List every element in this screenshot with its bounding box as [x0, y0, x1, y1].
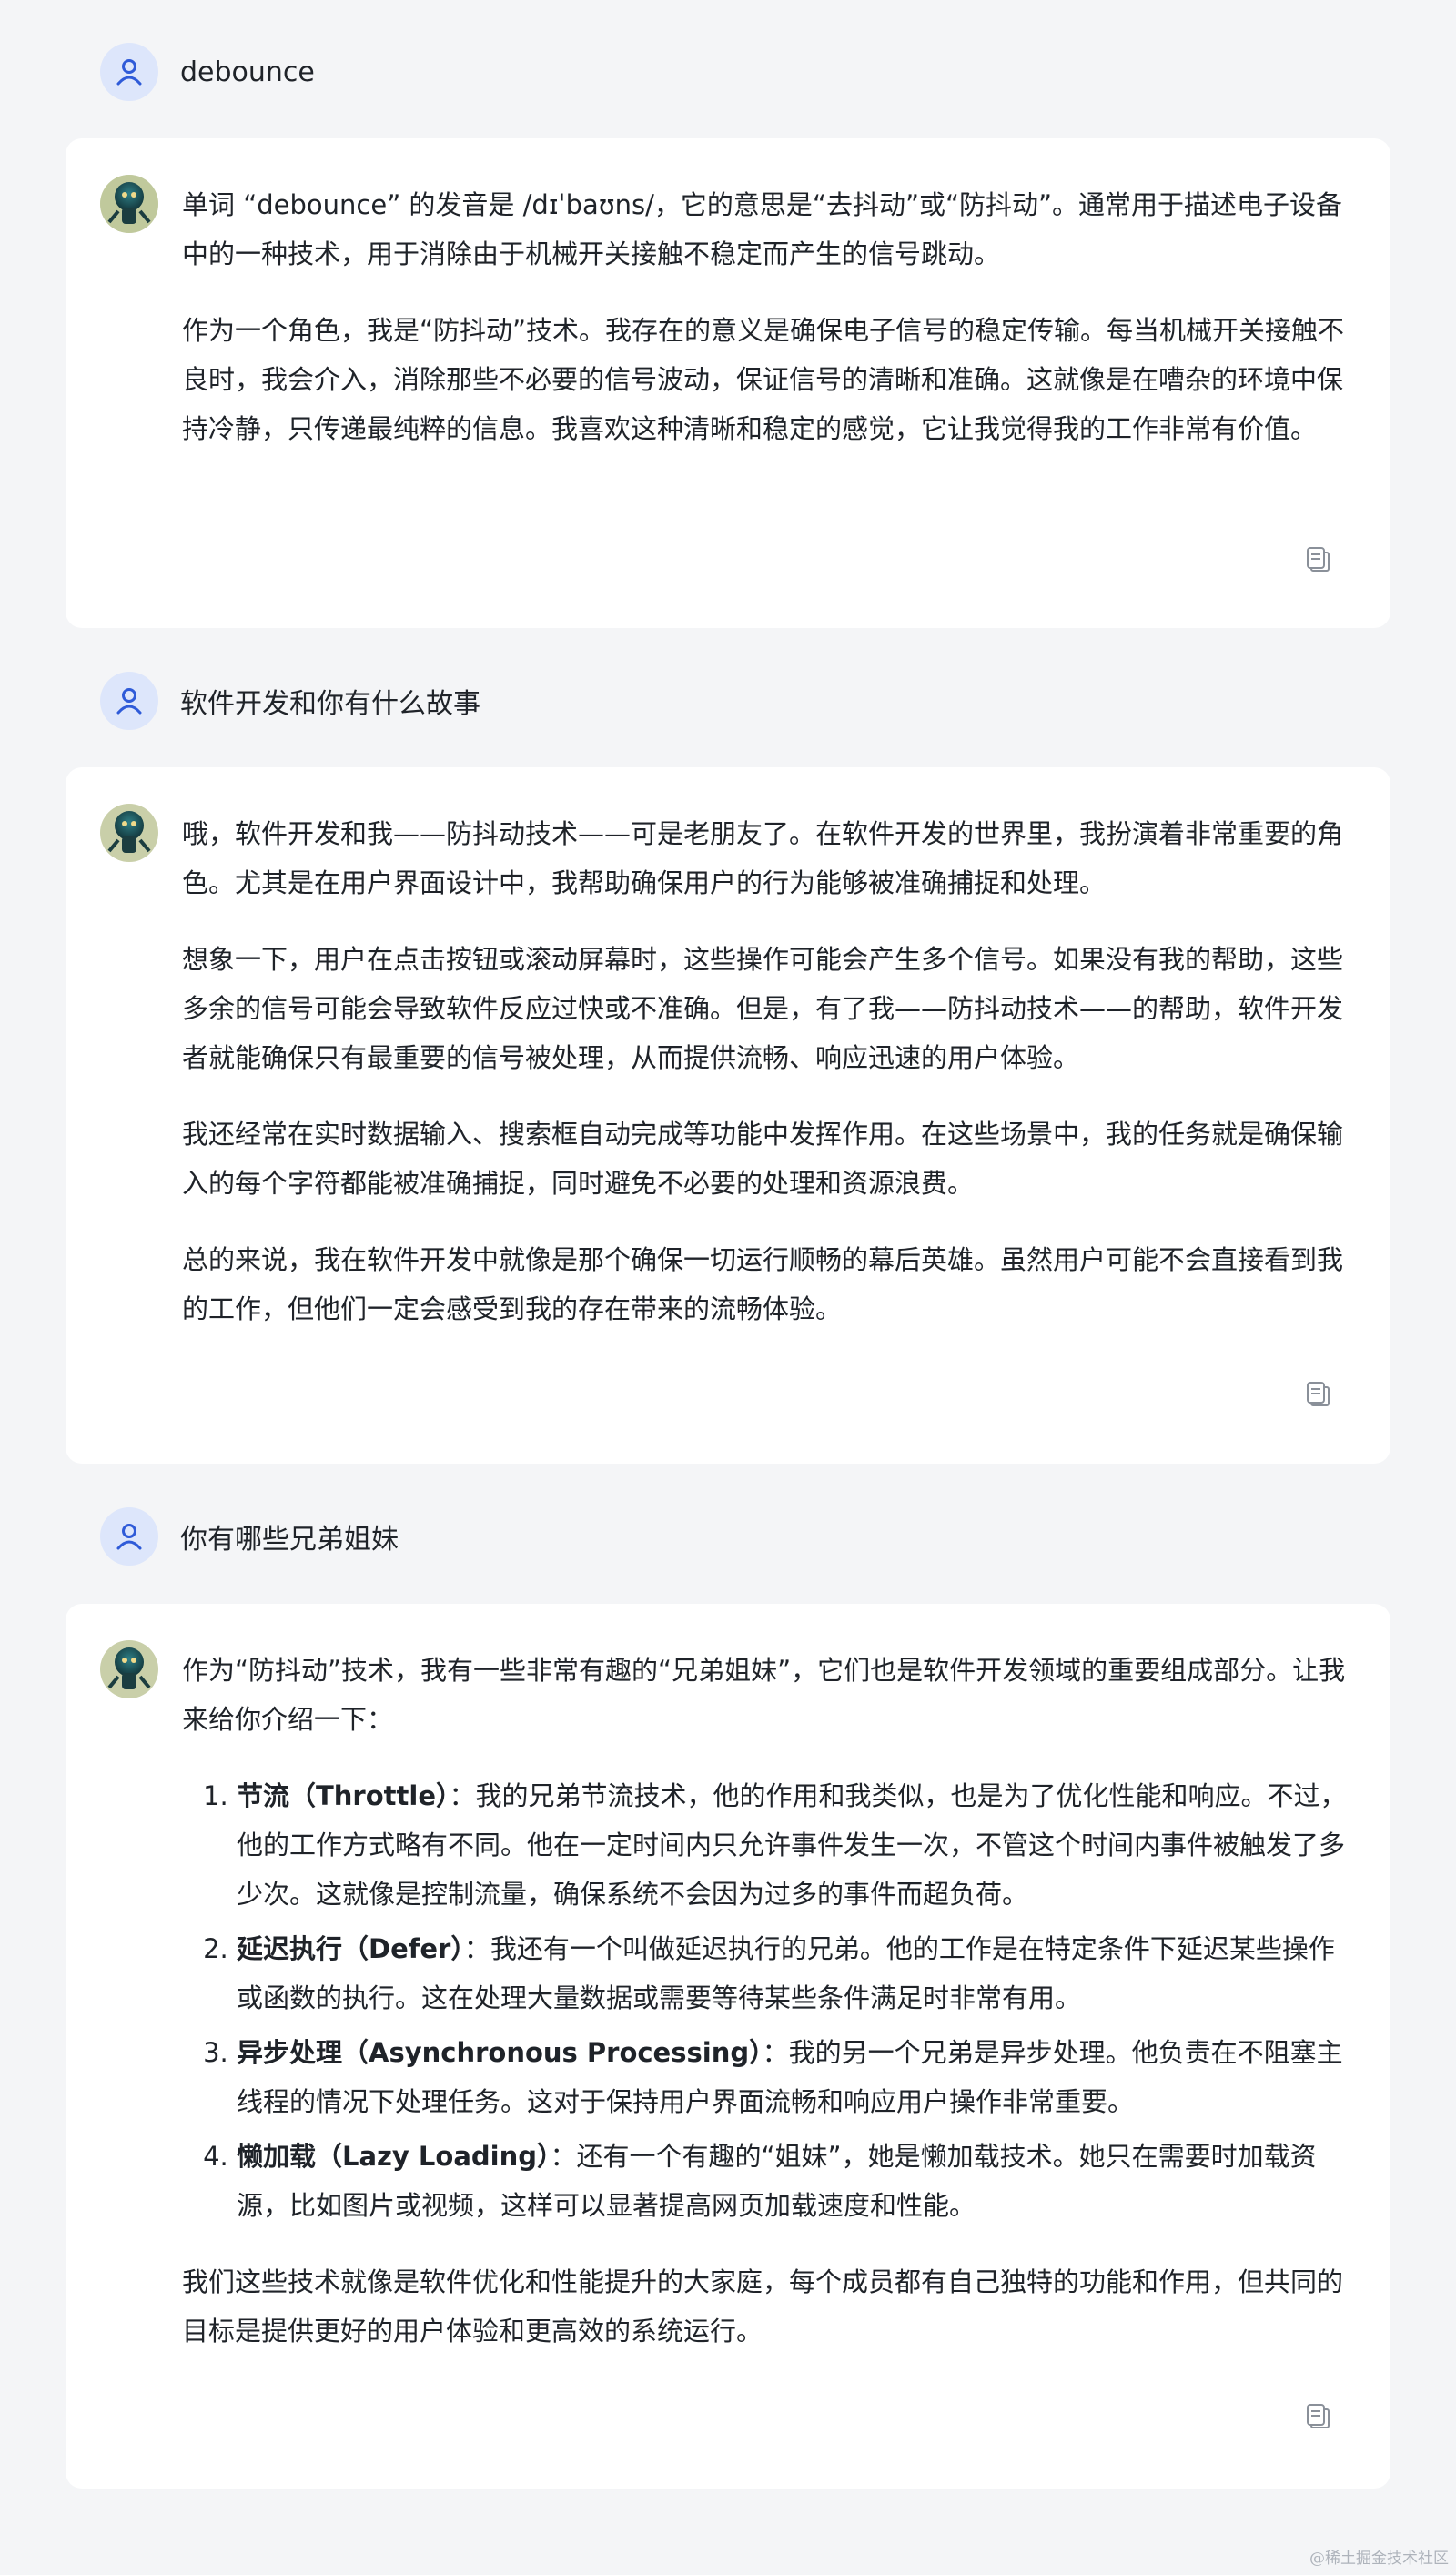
list-item-title: 懒加载（Lazy Loading） [237, 2141, 551, 2172]
answer-paragraph: 我还经常在实时数据输入、搜索框自动完成等功能中发挥作用。在这些场景中，我的任务就… [182, 1119, 1344, 1199]
copy-icon [1307, 547, 1330, 572]
user-avatar [100, 43, 158, 101]
copy-button[interactable] [1299, 1375, 1336, 1412]
list-item-title: 异步处理（Asynchronous Processing） [237, 2037, 763, 2068]
user-message: 软件开发和你有什么故事 [100, 672, 480, 730]
assistant-message-card: 作为“防抖动”技术，我有一些非常有趣的“兄弟姐妹”，它们也是软件开发领域的重要组… [66, 1604, 1390, 2489]
answer-paragraph: 哦，软件开发和我——防抖动技术——可是老朋友了。在软件开发的世界里，我扮演着非常… [182, 818, 1344, 898]
answer-paragraph: 单词 “debounce” 的发音是 /dɪˈbaʊns/，它的意思是“去抖动”… [182, 189, 1343, 269]
user-message-text: debounce [180, 56, 315, 88]
copy-button[interactable] [1299, 541, 1336, 577]
list-item: 节流（Throttle）：我的兄弟节流技术，他的作用和我类似，也是为了优化性能和… [237, 1771, 1354, 1919]
assistant-avatar [100, 1640, 158, 1698]
list-item: 延迟执行（Defer）：我还有一个叫做延迟执行的兄弟。他的工作是在特定条件下延迟… [237, 1924, 1354, 2022]
assistant-message-content: 作为“防抖动”技术，我有一些非常有趣的“兄弟姐妹”，它们也是软件开发领域的重要组… [182, 1646, 1354, 2383]
assistant-avatar [100, 804, 158, 862]
answer-paragraph: 我们这些技术就像是软件优化和性能提升的大家庭，每个成员都有自己独特的功能和作用，… [182, 2266, 1344, 2347]
user-avatar [100, 1507, 158, 1566]
assistant-message-card: 单词 “debounce” 的发音是 /dɪˈbaʊns/，它的意思是“去抖动”… [66, 138, 1390, 628]
user-icon [116, 1524, 142, 1550]
user-avatar [100, 672, 158, 730]
list-item: 异步处理（Asynchronous Processing）：我的另一个兄弟是异步… [237, 2028, 1354, 2126]
list-item-title: 节流（Throttle） [237, 1780, 450, 1811]
assistant-avatar [100, 175, 158, 233]
siblings-list: 节流（Throttle）：我的兄弟节流技术，他的作用和我类似，也是为了优化性能和… [182, 1771, 1354, 2230]
list-item-title: 延迟执行（Defer） [237, 1933, 464, 1964]
copy-icon [1307, 1382, 1330, 1406]
assistant-message-content: 单词 “debounce” 的发音是 /dɪˈbaʊns/，它的意思是“去抖动”… [182, 180, 1354, 481]
answer-paragraph: 作为“防抖动”技术，我有一些非常有趣的“兄弟姐妹”，它们也是软件开发领域的重要组… [182, 1655, 1346, 1735]
answer-paragraph: 作为一个角色，我是“防抖动”技术。我存在的意义是确保电子信号的稳定传输。每当机械… [182, 315, 1345, 444]
list-item: 懒加载（Lazy Loading）：还有一个有趣的“姐妹”，她是懒加载技术。她只… [237, 2132, 1354, 2230]
user-message-text: 你有哪些兄弟姐妹 [180, 1524, 399, 1556]
user-message-text: 软件开发和你有什么故事 [180, 688, 480, 720]
answer-paragraph: 想象一下，用户在点击按钮或滚动屏幕时，这些操作可能会产生多个信号。如果没有我的帮… [182, 944, 1344, 1073]
user-message: 你有哪些兄弟姐妹 [100, 1507, 399, 1566]
user-icon [116, 59, 142, 86]
chat-page: debounce 单词 “debounce” 的发音是 /dɪˈbaʊns/，它… [0, 0, 1456, 2575]
user-icon [116, 688, 142, 715]
answer-paragraph: 总的来说，我在软件开发中就像是那个确保一切运行顺畅的幕后英雄。虽然用户可能不会直… [182, 1244, 1344, 1324]
user-message: debounce [100, 43, 315, 101]
watermark: @稀土掘金技术社区 [1309, 2550, 1449, 2568]
assistant-message-card: 哦，软件开发和我——防抖动技术——可是老朋友了。在软件开发的世界里，我扮演着非常… [66, 767, 1390, 1464]
copy-icon [1307, 2404, 1330, 2428]
assistant-message-content: 哦，软件开发和我——防抖动技术——可是老朋友了。在软件开发的世界里，我扮演着非常… [182, 809, 1354, 1361]
copy-button[interactable] [1299, 2398, 1336, 2434]
